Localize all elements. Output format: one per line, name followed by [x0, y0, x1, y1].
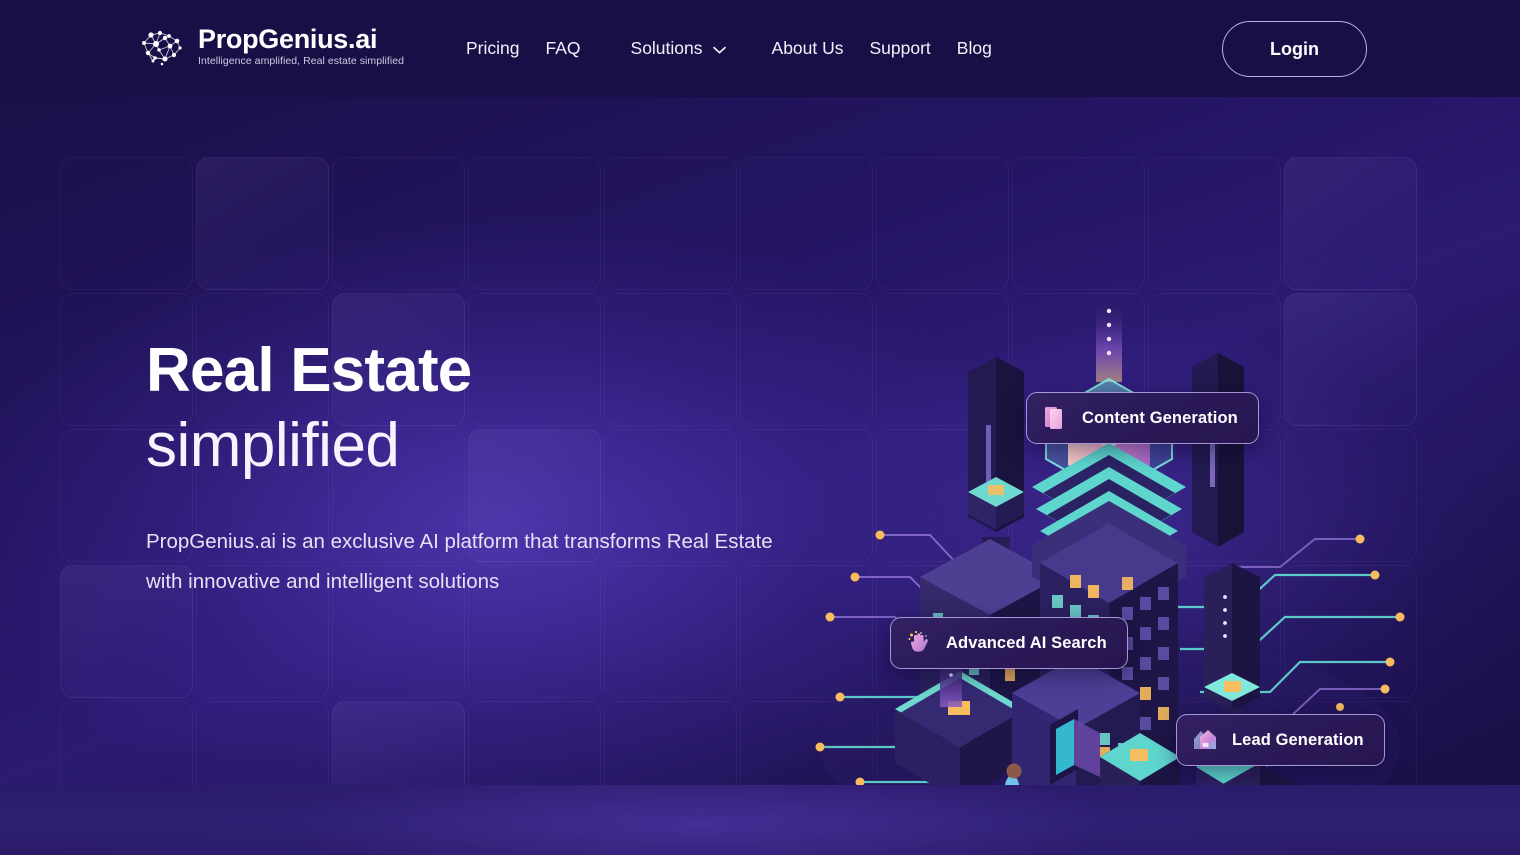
grid-cell: [332, 157, 465, 290]
badge-lead-generation[interactable]: Lead Generation: [1176, 714, 1385, 766]
badge-content-generation[interactable]: Content Generation: [1026, 392, 1259, 444]
grid-cell: [1148, 157, 1281, 290]
magic-hand-icon: [905, 629, 933, 657]
house-icon: [1191, 726, 1219, 754]
nav-item-pricing[interactable]: Pricing: [466, 36, 520, 61]
nav-item-solutions[interactable]: Solutions: [631, 36, 726, 61]
grid-cell: [740, 157, 873, 290]
badge-advanced-ai-search-label: Advanced AI Search: [946, 633, 1107, 652]
grid-cell: [468, 157, 601, 290]
grid-cell: [1012, 157, 1145, 290]
brand-name: PropGenius.ai: [198, 24, 378, 54]
hero-headline-line2: simplified: [146, 411, 400, 480]
hero-headline-line1: Real Estate: [146, 336, 472, 405]
grid-cell: [876, 157, 1009, 290]
grid-cell: [332, 701, 465, 785]
brand-tagline: Intelligence amplified, Real estate simp…: [198, 55, 404, 67]
hero-copy: Real Estate simplified PropGenius.ai is …: [146, 333, 846, 602]
grid-cell: [604, 157, 737, 290]
badge-lead-generation-label: Lead Generation: [1232, 730, 1364, 749]
grid-cell: [196, 701, 329, 785]
grid-cell: [60, 157, 193, 290]
landing-page: PropGenius.ai Intelligence amplified, Re…: [0, 0, 1520, 855]
login-button[interactable]: Login: [1222, 21, 1367, 77]
grid-cell: [60, 701, 193, 785]
nav-item-faq[interactable]: FAQ: [546, 36, 581, 61]
isometric-smart-city-illustration: [800, 277, 1420, 785]
badge-content-generation-label: Content Generation: [1082, 408, 1238, 427]
documents-icon: [1041, 404, 1069, 432]
brand-logo[interactable]: PropGenius.ai Intelligence amplified, Re…: [136, 24, 404, 68]
hero-subcopy: PropGenius.ai is an exclusive AI platfor…: [146, 530, 773, 593]
nav-item-solutions-label: Solutions: [630, 38, 703, 58]
chevron-down-icon: [712, 36, 726, 61]
nav-item-support[interactable]: Support: [870, 36, 931, 61]
next-section-strip: [0, 785, 1520, 855]
grid-cell: [1284, 157, 1417, 290]
grid-cell: [196, 157, 329, 290]
grid-cell: [604, 701, 737, 785]
main-navigation: Pricing FAQ Solutions About Us Support B…: [466, 36, 992, 61]
nav-item-blog[interactable]: Blog: [957, 36, 992, 61]
site-header: PropGenius.ai Intelligence amplified, Re…: [0, 0, 1520, 97]
brain-network-icon: [136, 26, 188, 66]
nav-item-about-us[interactable]: About Us: [772, 36, 844, 61]
badge-advanced-ai-search[interactable]: Advanced AI Search: [890, 617, 1128, 669]
grid-cell: [468, 701, 601, 785]
hero-section: Real Estate simplified PropGenius.ai is …: [0, 97, 1520, 785]
